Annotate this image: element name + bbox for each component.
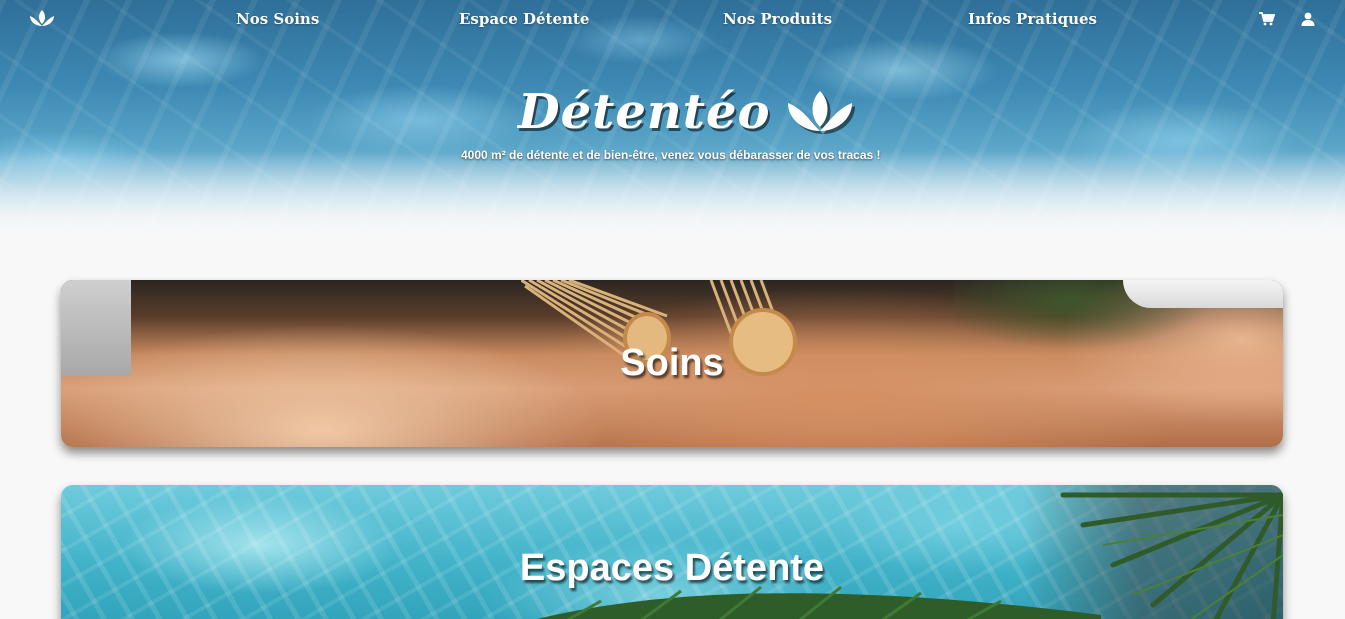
brand-name: Détentéo [518, 84, 771, 140]
lotus-icon[interactable] [28, 8, 56, 30]
hero-tagline: 4000 m² de détente et de bien-être, vene… [461, 148, 881, 162]
card-title-soins: Soins [620, 342, 724, 384]
card-title-espaces-detente: Espaces Détente [519, 547, 825, 589]
nav-link-infos-pratiques[interactable]: Infos Pratiques [968, 10, 1097, 28]
hero-banner: Nos Soins Espace Détente Nos Produits In… [0, 0, 1345, 245]
nav-link-nos-soins[interactable]: Nos Soins [236, 10, 319, 28]
nav-link-nos-produits[interactable]: Nos Produits [723, 10, 832, 28]
top-navbar: Nos Soins Espace Détente Nos Produits In… [0, 0, 1345, 40]
brand-logo: Détentéo [518, 82, 855, 142]
user-icon[interactable] [1300, 12, 1316, 26]
card-soins[interactable]: Soins [61, 280, 1283, 447]
card-espaces-detente[interactable]: Espaces Détente [61, 485, 1283, 619]
towel-image [1123, 280, 1283, 308]
cart-icon[interactable] [1259, 12, 1275, 26]
lotus-icon [787, 91, 855, 134]
nav-link-espace-detente[interactable]: Espace Détente [459, 10, 589, 28]
